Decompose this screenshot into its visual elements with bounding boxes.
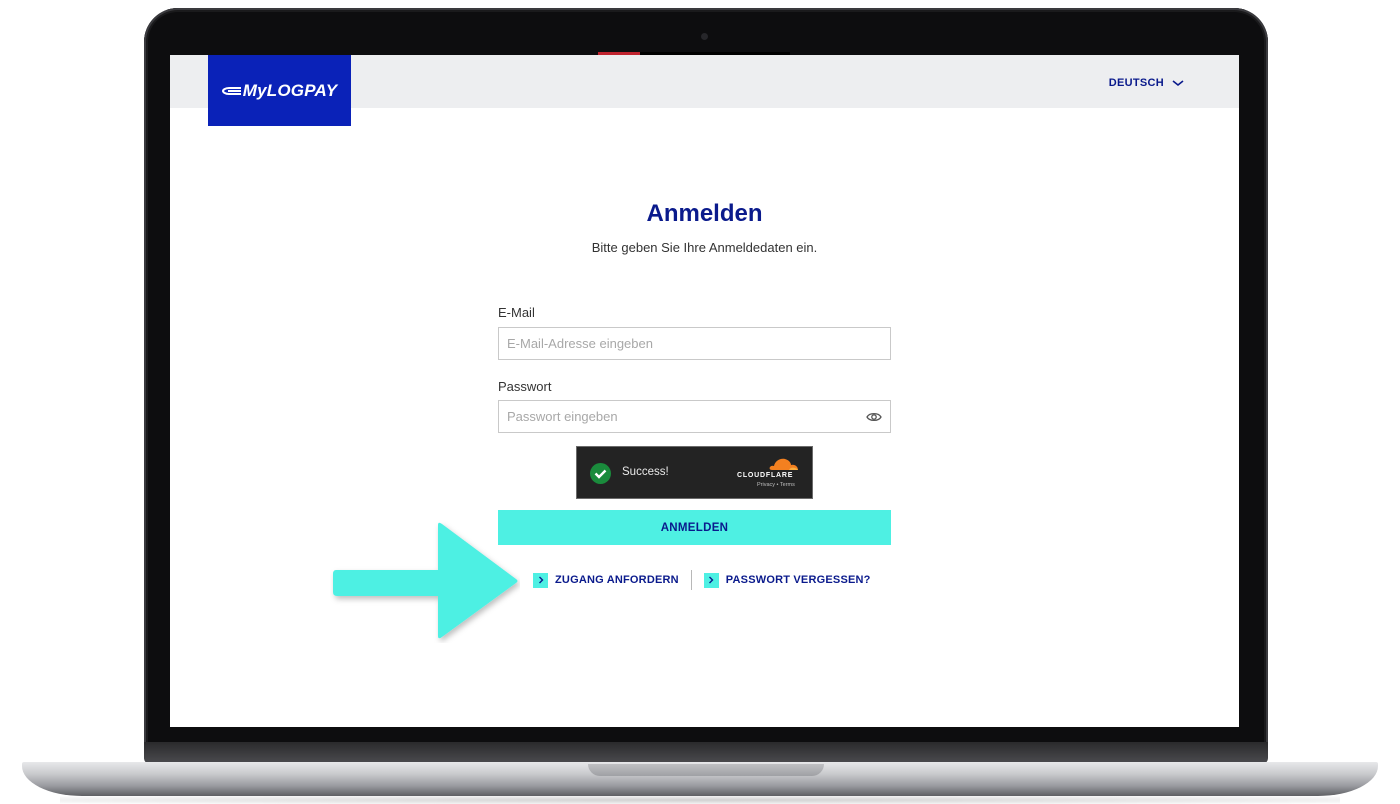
captcha-links[interactable]: Privacy • Terms xyxy=(757,482,795,488)
chevron-right-icon xyxy=(533,572,548,588)
laptop-hinge xyxy=(588,764,824,776)
logo-text: MyLOGPAY xyxy=(221,80,338,101)
pointer-arrow-icon xyxy=(333,522,518,639)
chevron-right-icon xyxy=(703,572,719,588)
link-divider xyxy=(690,570,692,590)
camera xyxy=(701,33,708,40)
eye-icon[interactable] xyxy=(866,411,882,423)
logo-swoosh-icon xyxy=(221,87,241,96)
account-links: ZUGANG ANFORDERN PASSWORT VERGESSEN? xyxy=(533,570,871,590)
request-access-label: ZUGANG ANFORDERN xyxy=(555,574,679,586)
password-field[interactable] xyxy=(498,400,891,433)
cloudflare-cloud-icon xyxy=(769,458,798,470)
captcha-status: Success! xyxy=(622,466,669,478)
check-icon xyxy=(590,463,611,484)
forgot-password-link[interactable]: PASSWORT VERGESSEN? xyxy=(703,572,871,588)
email-label: E-Mail xyxy=(498,305,535,320)
laptop-shadow xyxy=(60,796,1340,804)
email-field[interactable] xyxy=(498,327,891,360)
page-title: Anmelden xyxy=(646,200,763,227)
cloudflare-captcha[interactable]: Success! CLOUDFLARE Privacy • Terms xyxy=(576,446,813,499)
language-label: DEUTSCH xyxy=(1108,77,1164,89)
chevron-down-icon xyxy=(1172,80,1184,87)
laptop-bezel-bottom xyxy=(144,742,1268,764)
mylogpay-logo[interactable]: MyLOGPAY xyxy=(208,55,351,126)
password-label: Passwort xyxy=(498,379,552,394)
logo-name: MyLOGPAY xyxy=(242,80,338,100)
language-selector[interactable]: DEUTSCH xyxy=(1109,77,1184,89)
page-subtitle: Bitte geben Sie Ihre Anmeldedaten ein. xyxy=(591,240,818,255)
forgot-password-label: PASSWORT VERGESSEN? xyxy=(725,574,871,586)
login-button[interactable]: ANMELDEN xyxy=(498,510,891,545)
captcha-provider: CLOUDFLARE xyxy=(737,472,794,479)
request-access-link[interactable]: ZUGANG ANFORDERN xyxy=(533,572,679,588)
